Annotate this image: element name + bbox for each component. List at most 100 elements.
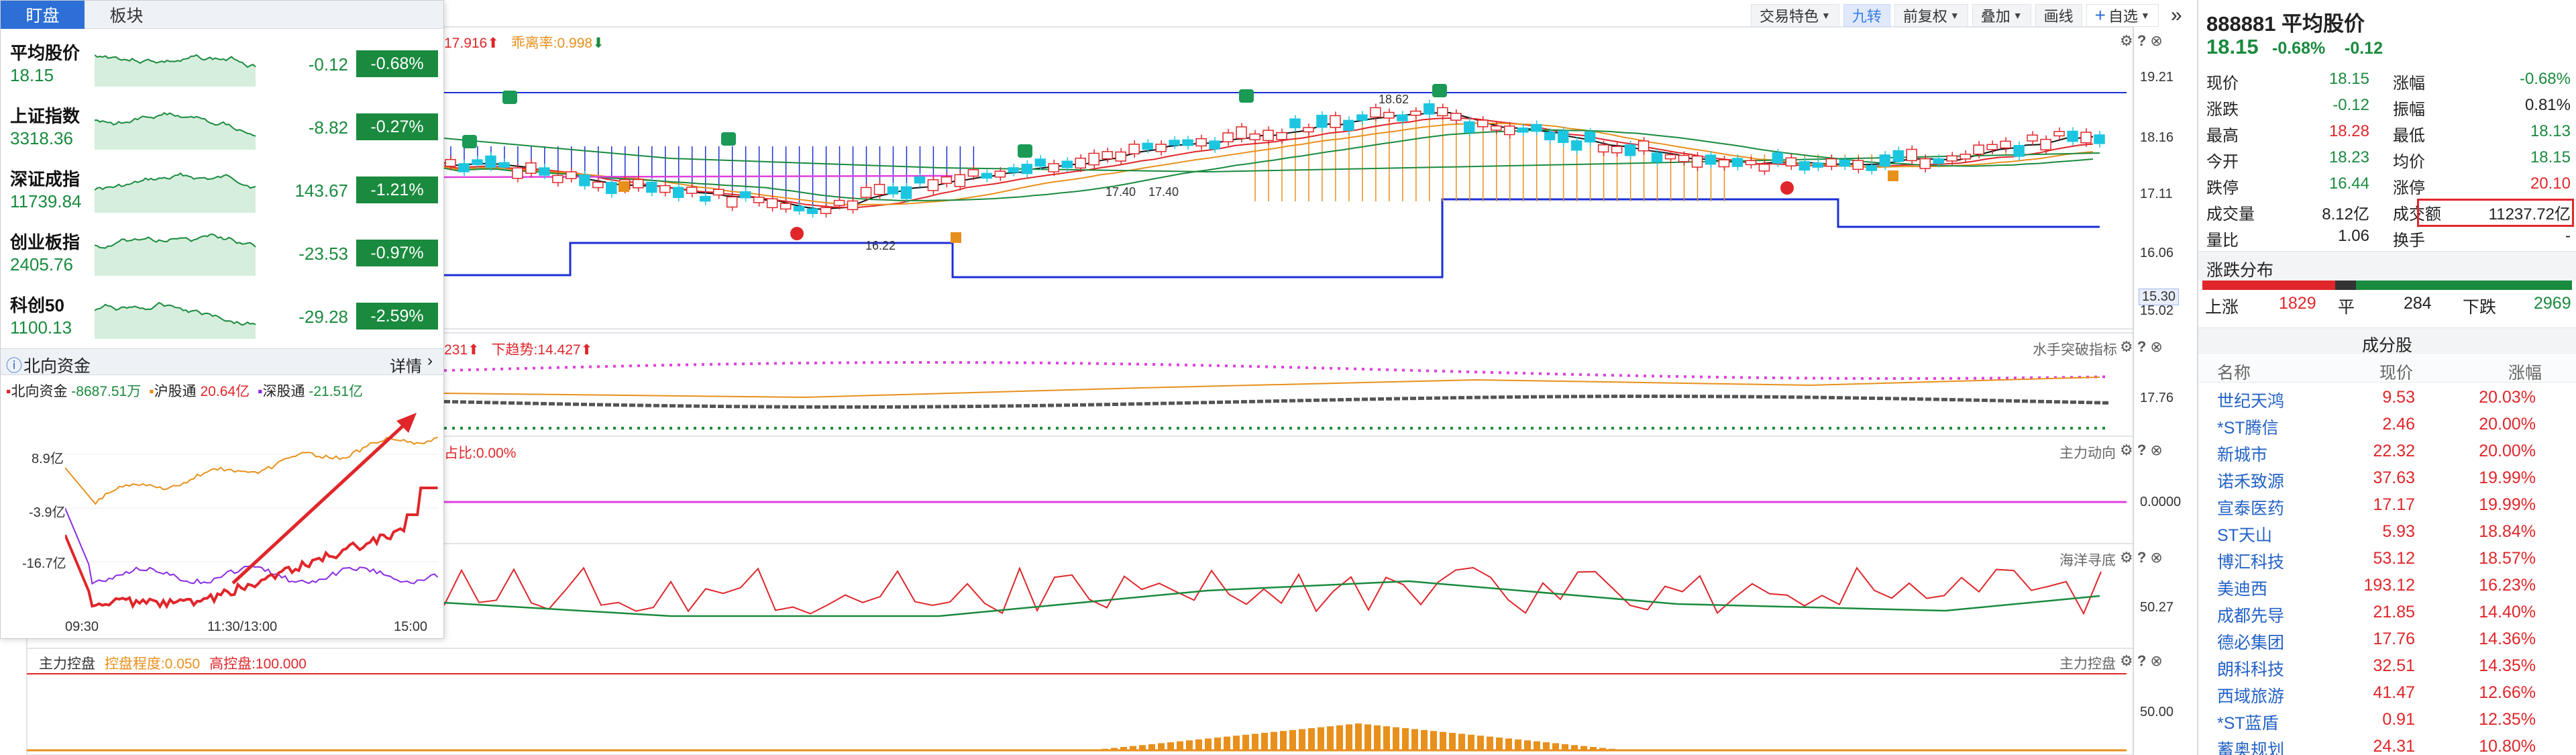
expand-icon[interactable]: » <box>2162 4 2190 27</box>
candle <box>525 162 537 174</box>
tab-sector[interactable]: 板块 <box>85 1 168 29</box>
dot-top <box>1619 374 1622 377</box>
dot-top <box>1966 376 1968 380</box>
dot-bottom <box>2102 427 2105 430</box>
candle <box>1222 132 1234 143</box>
dot-bottom <box>2078 427 2081 430</box>
dash-mid <box>1579 395 1585 399</box>
dot-bottom <box>1265 427 1268 430</box>
dot-bottom <box>1635 427 1638 430</box>
candle <box>1249 133 1260 140</box>
nine-turn-marker <box>721 132 736 146</box>
indicator4-name[interactable]: 主力控盘 <box>2059 653 2116 673</box>
constituent-row[interactable]: 蓄奥规划 24.31 10.80% <box>2198 733 2576 755</box>
nine-turn-button[interactable]: 九转 <box>1843 4 1890 27</box>
dot-bottom <box>1982 427 1984 430</box>
constituent-row[interactable]: *ST蓝盾 0.91 12.35% <box>2198 706 2576 733</box>
constituent-row[interactable]: *ST腾信 2.46 20.00% <box>2198 411 2576 438</box>
sparkline-area <box>95 234 256 276</box>
candle <box>1115 151 1126 162</box>
indicator2-name[interactable]: 主力动向 <box>2059 442 2116 462</box>
dot-bottom <box>1201 427 1203 430</box>
constituent-row[interactable]: 诺禾致源 37.63 19.99% <box>2198 464 2576 491</box>
index-row[interactable]: 创业板指 2405.76 -23.53 -0.97% <box>1 219 443 283</box>
candle <box>1812 162 1824 168</box>
index-change: -8.82 <box>308 117 348 138</box>
trade-feature-dropdown[interactable]: 交易特色 ▼ <box>1751 4 1839 27</box>
dot-top <box>1813 376 1815 380</box>
index-row[interactable]: 平均股价 18.15 -0.12 -0.68% <box>1 30 443 93</box>
index-row[interactable]: 科创50 1100.13 -29.28 -2.59% <box>1 283 443 346</box>
dot-top <box>1281 366 1284 369</box>
index-row[interactable]: 深证成指 11739.84 143.67 -1.21% <box>1 156 443 219</box>
tab-watch[interactable]: 盯盘 <box>1 1 85 29</box>
constituent-row[interactable]: 德必集团 17.76 14.36% <box>2198 625 2576 652</box>
dot-bottom <box>1957 427 1960 430</box>
dot-bottom <box>1829 427 1831 430</box>
constituent-row[interactable]: 西域旅游 41.47 12.66% <box>2198 679 2576 706</box>
candle <box>712 189 724 196</box>
adjust-dropdown[interactable]: 前复权 ▼ <box>1894 4 1968 27</box>
dot-top <box>1273 365 1276 368</box>
dot-top <box>943 361 946 364</box>
dot-top <box>533 366 535 370</box>
dot-bottom <box>782 427 785 430</box>
dash-mid <box>1619 395 1625 399</box>
dot-top <box>629 364 632 368</box>
control-bar <box>1609 748 1615 750</box>
watchlist-dropdown[interactable]: + 自选 ▼ <box>2086 4 2159 27</box>
control-bar <box>1571 745 1578 750</box>
dot-bottom <box>1507 427 1509 430</box>
control-bar <box>1346 724 1352 750</box>
chevron-right-icon[interactable]: › <box>427 352 433 370</box>
dot-top <box>1169 363 1171 366</box>
overlay-dropdown[interactable]: 叠加 ▼ <box>1972 4 2031 27</box>
dash-mid <box>1466 395 1472 399</box>
settings-icons[interactable]: ⚙ ? ⊗ <box>2120 442 2163 459</box>
y-tick: 16.06 <box>2140 246 2174 260</box>
candle <box>1182 139 1193 146</box>
control-bar <box>1261 733 1268 750</box>
candle <box>1330 115 1341 128</box>
settings-icons[interactable]: ⚙ ? ⊗ <box>2120 338 2163 356</box>
dot-top <box>525 366 527 370</box>
dot-top <box>637 364 640 367</box>
dot-bottom <box>2070 427 2073 430</box>
candle <box>1597 144 1609 153</box>
constituent-row[interactable]: 新城市 22.32 20.00% <box>2198 438 2576 464</box>
dot-bottom <box>839 427 841 430</box>
control-bar <box>1327 726 1334 750</box>
candle <box>566 171 577 179</box>
dot-top <box>1386 368 1389 371</box>
dash-mid <box>758 405 764 409</box>
settings-icons[interactable]: ⚙ ? ⊗ <box>2120 652 2163 670</box>
indicator3-name[interactable]: 海洋寻底 <box>2059 550 2116 570</box>
constituent-row[interactable]: 朗科科技 32.51 14.35% <box>2198 652 2576 679</box>
settings-icons[interactable]: ⚙ ? ⊗ <box>2120 549 2163 566</box>
control-bar <box>1477 736 1484 750</box>
constituent-row[interactable]: ST天山 5.93 18.84% <box>2198 518 2576 545</box>
dot-bottom <box>1040 427 1042 430</box>
dash-mid <box>1104 403 1110 407</box>
detail-link[interactable]: 详情 <box>390 353 422 376</box>
indicator1-name[interactable]: 水手突破指标 <box>2033 339 2117 359</box>
settings-icons[interactable]: ⚙ ? ⊗ <box>2120 32 2163 50</box>
dot-bottom <box>847 427 849 430</box>
constituent-row[interactable]: 美迪西 193.12 16.23% <box>2198 572 2576 599</box>
dot-bottom <box>1676 427 1678 430</box>
dot-top <box>1008 361 1010 364</box>
dash-mid <box>822 405 828 409</box>
constituent-row[interactable]: 博汇科技 53.12 18.57% <box>2198 545 2576 572</box>
control-bar <box>1111 748 1118 750</box>
constituent-row[interactable]: 世纪天鸿 9.53 20.03% <box>2198 384 2576 411</box>
dot-bottom <box>1241 427 1244 430</box>
draw-line-button[interactable]: 画线 <box>2035 4 2082 27</box>
dash-mid <box>710 404 716 408</box>
index-row[interactable]: 上证指数 3318.36 -8.82 -0.27% <box>1 93 443 156</box>
dot-top <box>702 363 704 366</box>
candle <box>1825 158 1837 167</box>
dash-mid <box>1796 395 1803 399</box>
constituent-row[interactable]: 宣泰医药 17.17 19.99% <box>2198 491 2576 518</box>
constituent-row[interactable]: 成都先导 21.85 14.40% <box>2198 599 2576 625</box>
dash-mid <box>1941 397 1947 401</box>
